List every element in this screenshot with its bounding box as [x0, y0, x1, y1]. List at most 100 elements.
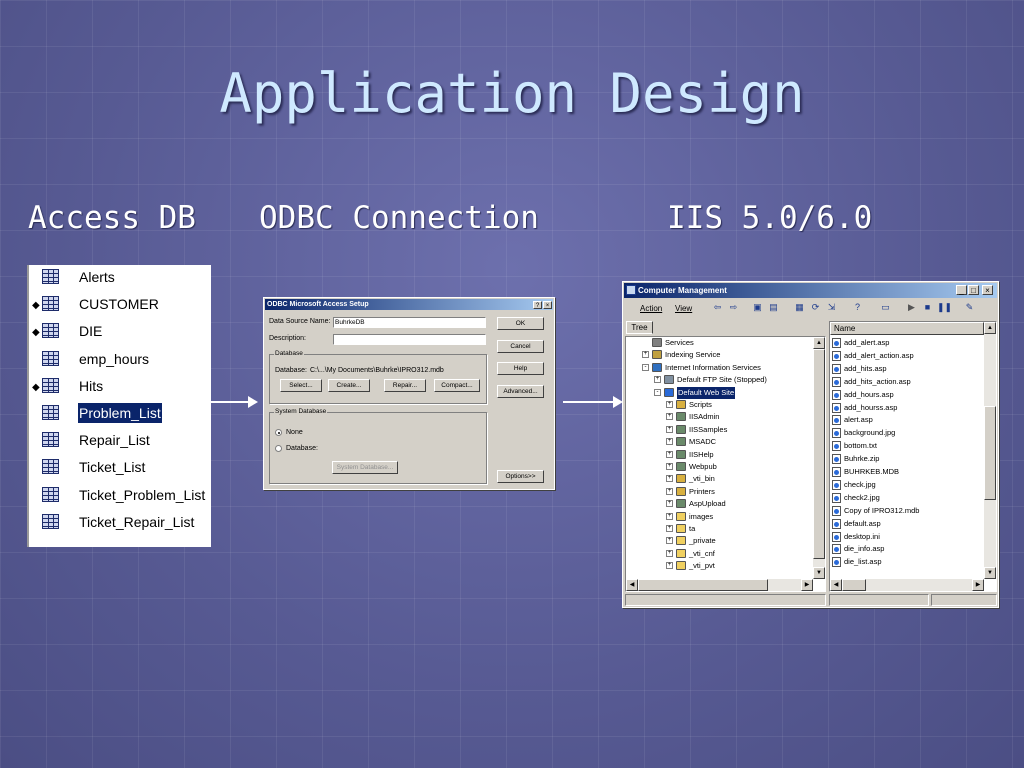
- script-icon[interactable]: ✎: [963, 301, 976, 314]
- scroll-down-icon[interactable]: ▼: [984, 567, 996, 579]
- files-horizontal-scrollbar[interactable]: ◀ ▶: [830, 579, 984, 591]
- scroll-up-icon[interactable]: ▲: [813, 337, 825, 349]
- create-button[interactable]: Create...: [328, 379, 370, 392]
- help-button[interactable]: Help: [497, 362, 544, 375]
- expand-icon[interactable]: +: [666, 438, 673, 446]
- column-header-name[interactable]: Name: [830, 322, 984, 335]
- tab-tree[interactable]: Tree: [626, 321, 653, 334]
- tree-node[interactable]: + Scripts: [626, 399, 812, 411]
- compact-button[interactable]: Compact...: [434, 379, 480, 392]
- back-icon[interactable]: ⇦: [711, 301, 724, 314]
- scroll-right-icon[interactable]: ▶: [972, 579, 984, 591]
- play-icon[interactable]: ▶: [905, 301, 918, 314]
- expand-icon[interactable]: +: [666, 401, 673, 408]
- expand-icon[interactable]: +: [666, 549, 673, 557]
- expand-icon[interactable]: +: [666, 537, 673, 545]
- files-scroll-thumb[interactable]: [984, 406, 996, 500]
- tree-node[interactable]: - Internet Information Services: [626, 362, 812, 374]
- show-tree-icon[interactable]: ▤: [767, 301, 780, 314]
- tree-node[interactable]: + _private: [626, 535, 812, 547]
- tree-node[interactable]: - Default Web Site: [626, 386, 812, 399]
- menu-action[interactable]: Action: [640, 304, 662, 313]
- help-icon[interactable]: ?: [851, 301, 864, 314]
- refresh-icon[interactable]: ⟳: [809, 301, 822, 314]
- expand-icon[interactable]: +: [666, 463, 673, 470]
- expand-icon[interactable]: +: [666, 450, 673, 458]
- table-row[interactable]: Ticket_Repair_List: [29, 512, 213, 536]
- advanced-button[interactable]: Advanced...: [497, 385, 544, 398]
- tree-node[interactable]: + _vti_cnf: [626, 548, 812, 560]
- tree-node[interactable]: + _vti_bin: [626, 473, 812, 485]
- tree-node[interactable]: + IISHelp: [626, 449, 812, 461]
- scroll-left-icon[interactable]: ◀: [626, 579, 638, 591]
- expand-icon[interactable]: +: [666, 413, 673, 421]
- tree-node[interactable]: + Printers: [626, 486, 812, 498]
- up-folder-icon[interactable]: ▣: [751, 301, 764, 314]
- table-row[interactable]: ◆ DIE: [29, 321, 213, 345]
- computer-icon[interactable]: ▭: [879, 301, 892, 314]
- files-hscroll-thumb[interactable]: [842, 579, 866, 591]
- tree-scroll-thumb[interactable]: [813, 349, 825, 559]
- table-row[interactable]: Problem_List: [29, 402, 213, 427]
- table-row[interactable]: Alerts: [29, 267, 213, 291]
- tree-node[interactable]: + MSADC: [626, 436, 812, 448]
- scroll-down-icon[interactable]: ▼: [813, 567, 825, 579]
- system-database-button[interactable]: System Database...: [332, 461, 398, 474]
- expand-icon[interactable]: +: [666, 487, 673, 495]
- tree-node[interactable]: + images: [626, 511, 812, 523]
- tree-node[interactable]: + _vti_pvt: [626, 560, 812, 572]
- help-icon[interactable]: ?: [533, 301, 542, 309]
- tree-node[interactable]: + ta: [626, 523, 812, 535]
- table-row[interactable]: Repair_List: [29, 430, 213, 454]
- stop-icon[interactable]: ■: [921, 301, 934, 314]
- pause-icon[interactable]: ❚❚: [937, 301, 952, 314]
- select-button[interactable]: Select...: [280, 379, 322, 392]
- scroll-left-icon[interactable]: ◀: [830, 579, 842, 591]
- database-radio[interactable]: [275, 445, 282, 452]
- expand-icon[interactable]: +: [642, 351, 649, 359]
- expand-icon[interactable]: +: [666, 475, 673, 483]
- cancel-button[interactable]: Cancel: [497, 340, 544, 353]
- repair-button[interactable]: Repair...: [384, 379, 426, 392]
- expand-icon[interactable]: +: [666, 562, 673, 570]
- expand-icon[interactable]: +: [666, 525, 673, 532]
- scroll-right-icon[interactable]: ▶: [801, 579, 813, 591]
- menu-view[interactable]: View: [675, 304, 692, 313]
- none-label: None: [286, 429, 303, 436]
- options-button[interactable]: Options>>: [497, 470, 544, 483]
- forward-icon[interactable]: ⇨: [727, 301, 740, 314]
- export-icon[interactable]: ⇲: [825, 301, 838, 314]
- table-row[interactable]: emp_hours: [29, 349, 213, 373]
- minimize-icon[interactable]: _: [956, 285, 967, 295]
- tree-node[interactable]: + AspUpload: [626, 498, 812, 510]
- table-row[interactable]: Ticket_List: [29, 457, 213, 481]
- properties-icon[interactable]: ▦: [793, 301, 806, 314]
- tree-vertical-scrollbar[interactable]: ▲ ▼: [813, 337, 825, 579]
- description-input[interactable]: [333, 334, 486, 345]
- close-icon[interactable]: ×: [543, 301, 552, 309]
- table-row[interactable]: Ticket_Problem_List: [29, 485, 213, 509]
- expand-icon[interactable]: +: [666, 500, 673, 508]
- collapse-icon[interactable]: -: [654, 388, 661, 396]
- dsn-input[interactable]: BuhrkeDB: [333, 317, 486, 328]
- table-row[interactable]: ◆ CUSTOMER: [29, 294, 213, 318]
- tree-node[interactable]: + Indexing Service: [626, 349, 812, 361]
- tree-hscroll-thumb[interactable]: [638, 579, 768, 591]
- expand-icon[interactable]: +: [666, 425, 673, 433]
- tree-node[interactable]: + Default FTP Site (Stopped): [626, 374, 812, 386]
- tree-node[interactable]: + IISAdmin: [626, 411, 812, 423]
- maximize-icon[interactable]: □: [968, 285, 979, 295]
- tree-node[interactable]: Services: [626, 337, 812, 349]
- table-row[interactable]: ◆ Hits: [29, 376, 213, 400]
- expand-icon[interactable]: +: [654, 376, 661, 384]
- collapse-icon[interactable]: -: [642, 363, 649, 371]
- tree-horizontal-scrollbar[interactable]: ◀ ▶: [626, 579, 813, 591]
- ok-button[interactable]: OK: [497, 317, 544, 330]
- expand-icon[interactable]: +: [666, 512, 673, 520]
- tree-node[interactable]: + IISSamples: [626, 424, 812, 436]
- close-icon[interactable]: ×: [982, 285, 993, 295]
- files-vertical-scrollbar[interactable]: ▲ ▼: [984, 322, 996, 579]
- scroll-up-icon[interactable]: ▲: [984, 322, 996, 334]
- none-radio[interactable]: [275, 429, 282, 436]
- tree-node[interactable]: + Webpub: [626, 461, 812, 473]
